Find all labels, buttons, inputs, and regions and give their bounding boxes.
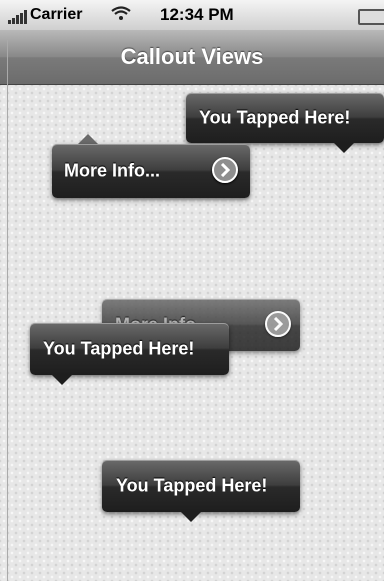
callout-pointer (181, 512, 201, 522)
clock: 12:34 PM (160, 5, 234, 24)
chevron-right-circle-icon[interactable] (265, 311, 291, 337)
status-bar: Carrier 12:34 PM (0, 0, 384, 30)
callout-more-info[interactable]: More Info... (52, 144, 250, 198)
callout-label: You Tapped Here! (199, 107, 351, 128)
callout-you-tapped-here[interactable]: You Tapped Here! (102, 460, 300, 512)
page-title: Callout Views (120, 44, 264, 69)
callout-pointer (78, 134, 98, 144)
navigation-bar: Callout Views (0, 30, 384, 85)
battery-icon (358, 9, 384, 25)
callout-label: You Tapped Here! (43, 338, 195, 359)
chevron-right-circle-icon[interactable] (212, 157, 238, 183)
callout-you-tapped-here[interactable]: You Tapped Here! (186, 93, 384, 143)
callout-label: More Info... (64, 160, 160, 181)
callout-pointer (334, 143, 354, 153)
wifi-icon (111, 6, 131, 26)
signal-bars-icon (8, 10, 30, 24)
carrier-name: Carrier (30, 6, 83, 23)
device-screen: Carrier 12:34 PM Callout Views You Tappe… (0, 0, 384, 581)
divider (7, 40, 8, 581)
callout-pointer (52, 375, 72, 385)
callout-label: You Tapped Here! (116, 475, 268, 496)
callout-you-tapped-here[interactable]: You Tapped Here! (30, 323, 229, 375)
